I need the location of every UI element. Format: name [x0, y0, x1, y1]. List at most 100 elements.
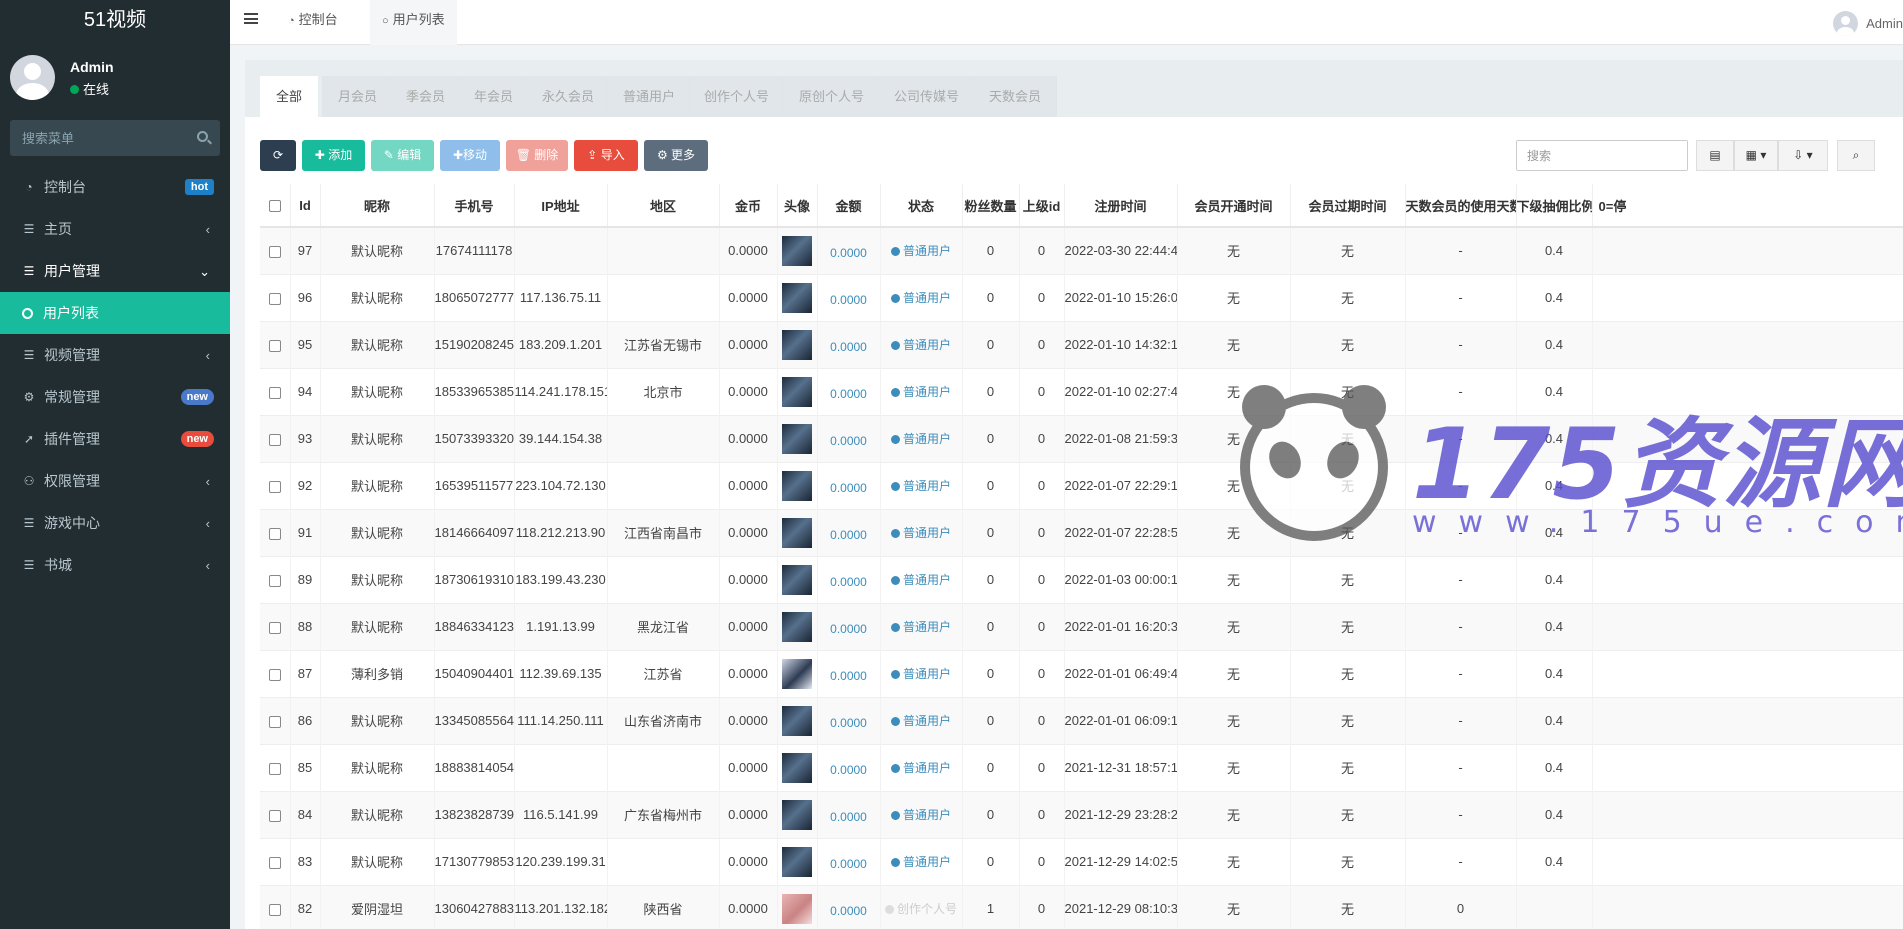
user-avatar-thumb[interactable] [782, 799, 812, 830]
user-avatar-thumb[interactable] [782, 564, 812, 595]
tab-user-list[interactable]: ○ 用户列表 [370, 0, 457, 45]
col-ratio[interactable]: 下级抽佣比例 [1516, 184, 1593, 228]
add-button[interactable]: ✚ 添加 [302, 140, 365, 171]
tab-dashboard[interactable]: ◔ 控制台 [276, 0, 350, 45]
table-row[interactable]: 94 默认昵称 18533965385 114.241.178.151 北京市 0.000… [260, 367, 1903, 415]
user-avatar-thumb[interactable] [782, 376, 812, 407]
tab-monthly[interactable]: 月会员 [322, 76, 394, 117]
user-avatar-thumb[interactable] [782, 752, 812, 783]
row-checkbox[interactable] [268, 668, 281, 681]
menu-search-input[interactable] [10, 120, 220, 156]
sidebar-item-video-management[interactable]: ☰ 视频管理 ‹ [0, 334, 230, 376]
search-button[interactable]: ⌕ [1837, 140, 1875, 171]
tab-yearly[interactable]: 年会员 [458, 76, 530, 117]
col-amount[interactable]: 金额 [817, 184, 881, 228]
app-logo[interactable]: 51视频 [0, 0, 230, 45]
col-register-time[interactable]: 注册时间 [1064, 184, 1178, 228]
user-avatar-thumb[interactable] [782, 893, 812, 924]
table-row[interactable]: 87 薄利多销 15040904401 112.39.69.135 江苏省 0.0000 0… [260, 649, 1903, 697]
row-checkbox[interactable] [268, 245, 281, 258]
user-avatar-thumb[interactable] [782, 329, 812, 360]
row-checkbox[interactable] [268, 856, 281, 869]
menu-toggle-icon[interactable] [244, 13, 258, 24]
tab-company[interactable]: 公司传媒号 [878, 76, 976, 117]
select-all-checkbox[interactable] [268, 200, 281, 213]
col-fans[interactable]: 粉丝数量 [962, 184, 1020, 228]
col-id[interactable]: Id [290, 184, 321, 228]
row-checkbox[interactable] [268, 621, 281, 634]
tab-original[interactable]: 原创个人号 [783, 76, 881, 117]
table-row[interactable]: 95 默认昵称 15190208245 183.209.1.201 江苏省无锡市 0.00… [260, 320, 1903, 368]
sidebar-item-general-management[interactable]: ⚙ 常规管理 new [0, 376, 230, 418]
refresh-button[interactable]: ⟳ [260, 140, 296, 171]
table-row[interactable]: 82 爱阴湿坦 13060427883 113.201.132.182 陕西省 0.000… [260, 884, 1903, 929]
table-row[interactable]: 84 默认昵称 13823828739 116.5.141.99 广东省梅州市 0.000… [260, 790, 1903, 838]
user-avatar-thumb[interactable] [782, 423, 812, 454]
table-row[interactable]: 97 默认昵称 17674111178 0.0000 0.0000 普通用户 0 0 2022-… [260, 226, 1903, 274]
col-coin[interactable]: 金币 [719, 184, 778, 228]
sidebar-item-bookstore[interactable]: ☰ 书城 ‹ [0, 544, 230, 586]
admin-menu[interactable]: Admin [1833, 10, 1903, 36]
col-vip-expire[interactable]: 会员过期时间 [1290, 184, 1406, 228]
row-checkbox[interactable] [268, 903, 281, 916]
sidebar-item-user-list[interactable]: 用户列表 [0, 292, 230, 334]
col-phone[interactable]: 手机号 [434, 184, 515, 228]
import-button[interactable]: ⇪ 导入 [574, 140, 638, 171]
sidebar-item-permission-management[interactable]: ⚇ 权限管理 ‹ [0, 460, 230, 502]
table-row[interactable]: 88 默认昵称 18846334123 1.191.13.99 黑龙江省 0.0000 0.… [260, 602, 1903, 650]
move-button[interactable]: ✚移动 [440, 140, 500, 171]
row-checkbox[interactable] [268, 433, 281, 446]
table-row[interactable]: 96 默认昵称 18065072777 117.136.75.11 0.0000 0.00… [260, 273, 1903, 321]
table-row[interactable]: 93 默认昵称 15073393320 39.144.154.38 0.0000 0.00… [260, 414, 1903, 462]
user-avatar-thumb[interactable] [782, 846, 812, 877]
col-days-used[interactable]: 天数会员的使用天数 [1405, 184, 1517, 228]
user-avatar-thumb[interactable] [782, 282, 812, 313]
col-vip-open[interactable]: 会员开通时间 [1177, 184, 1291, 228]
tab-all[interactable]: 全部 [260, 76, 319, 117]
user-avatar-thumb[interactable] [782, 611, 812, 642]
user-avatar-thumb[interactable] [782, 517, 812, 548]
table-row[interactable]: 92 默认昵称 16539511577 223.104.72.130 0.0000 0.0… [260, 461, 1903, 509]
col-ip[interactable]: IP地址 [514, 184, 608, 228]
table-row[interactable]: 89 默认昵称 18730619310 183.199.43.230 0.0000 0.0… [260, 555, 1903, 603]
table-row[interactable]: 86 默认昵称 13345085564 111.14.250.111 山东省济南市 0.0… [260, 696, 1903, 744]
row-checkbox[interactable] [268, 386, 281, 399]
row-checkbox[interactable] [268, 574, 281, 587]
more-button[interactable]: ⚙ 更多 [644, 140, 708, 171]
user-avatar-thumb[interactable] [782, 705, 812, 736]
sidebar-item-home[interactable]: ☰ 主页 ‹ [0, 208, 230, 250]
row-checkbox[interactable] [268, 762, 281, 775]
row-checkbox[interactable] [268, 527, 281, 540]
col-parent[interactable]: 上级id [1019, 184, 1065, 228]
col-avatar[interactable]: 头像 [777, 184, 818, 228]
col-region[interactable]: 地区 [607, 184, 720, 228]
table-row[interactable]: 91 默认昵称 18146664097 118.212.213.90 江西省南昌市 0.0… [260, 508, 1903, 556]
col-status[interactable]: 状态 [880, 184, 963, 228]
edit-button[interactable]: ✎ 编辑 [371, 140, 434, 171]
sidebar-item-user-management[interactable]: ☰ 用户管理 ⌄ [0, 250, 230, 292]
col-stop[interactable]: 0=停 [1592, 184, 1903, 228]
sidebar-item-game-center[interactable]: ☰ 游戏中心 ‹ [0, 502, 230, 544]
tab-permanent[interactable]: 永久会员 [526, 76, 611, 117]
row-checkbox[interactable] [268, 809, 281, 822]
user-avatar-thumb[interactable] [782, 235, 812, 266]
col-nick[interactable]: 昵称 [320, 184, 435, 228]
tab-quarterly[interactable]: 季会员 [390, 76, 462, 117]
row-checkbox[interactable] [268, 715, 281, 728]
sidebar-item-dashboard[interactable]: ◔ 控制台 hot [0, 166, 230, 208]
export-button[interactable]: ⇩ ▾ [1778, 140, 1828, 171]
user-avatar-thumb[interactable] [782, 658, 812, 689]
table-search-input[interactable] [1517, 141, 1687, 170]
columns-button[interactable]: ▦ ▾ [1734, 140, 1778, 171]
delete-button[interactable]: 🗑 删除 [506, 140, 568, 171]
search-icon[interactable] [197, 131, 208, 142]
tab-day-member[interactable]: 天数会员 [973, 76, 1058, 117]
row-checkbox[interactable] [268, 480, 281, 493]
user-avatar-thumb[interactable] [782, 470, 812, 501]
row-checkbox[interactable] [268, 292, 281, 305]
tab-normal[interactable]: 普通用户 [607, 76, 692, 117]
table-row[interactable]: 83 默认昵称 17130779853 120.239.199.31 0.0000 0.0… [260, 837, 1903, 885]
table-row[interactable]: 85 默认昵称 18883814054 0.0000 0.0000 普通用户 0 0 2021-… [260, 743, 1903, 791]
sidebar-item-plugin-management[interactable]: ➚ 插件管理 new [0, 418, 230, 460]
tab-creator[interactable]: 创作个人号 [688, 76, 786, 117]
